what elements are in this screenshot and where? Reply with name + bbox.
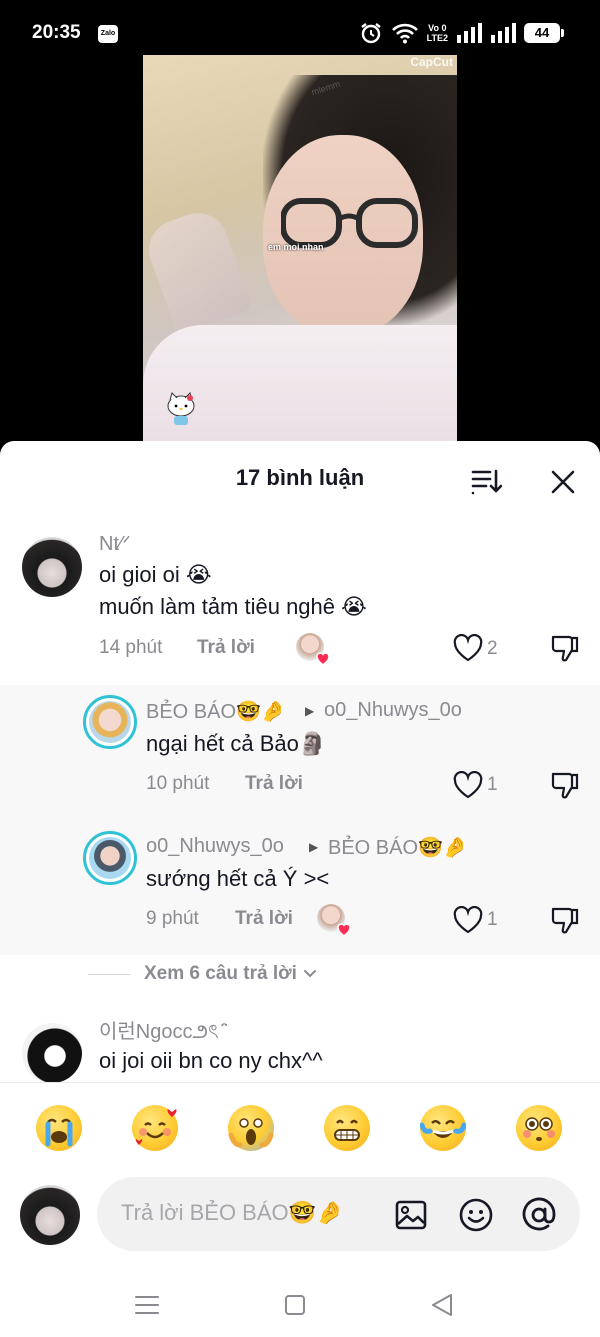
flushed-face-icon[interactable] [516, 1105, 562, 1151]
my-avatar[interactable] [20, 1185, 80, 1245]
reply-avatar[interactable] [83, 695, 137, 749]
close-icon[interactable] [550, 469, 576, 495]
like-count: 1 [487, 909, 498, 930]
video-overlay-text: em moi nhan [268, 242, 324, 252]
comment-text-line: oi joi oii bn co ny chx^^ [99, 1048, 323, 1073]
like-heart-icon[interactable] [453, 906, 483, 934]
face-screaming-in-fear-icon[interactable] [228, 1105, 274, 1151]
reply-button[interactable]: Trả lời [245, 773, 303, 795]
wifi-icon [391, 23, 418, 44]
network-label-bottom: LTE2 [426, 33, 448, 43]
comment-time: 14 phút [99, 637, 163, 658]
reply-avatar[interactable] [83, 831, 137, 885]
reply-button[interactable]: Trả lời [235, 908, 293, 930]
reply-text: ngại hết cả Bảo🗿 [146, 731, 327, 756]
zalo-notification-icon: Zalo [98, 25, 118, 43]
smiling-face-with-hearts-icon[interactable] [132, 1105, 178, 1151]
comment-count-title: 17 bình luận [235, 465, 365, 490]
reply-arrow-icon: ▶ [309, 840, 319, 854]
reply-to-username[interactable]: o0_Nhuwys_0o [324, 699, 462, 722]
reply-arrow-icon: ▶ [305, 704, 315, 718]
comment-text-line: oi gioi oi 😭 [99, 562, 212, 587]
comment-username[interactable]: Nt⁄ᐟ [99, 531, 131, 556]
network-type-label: Vo 0 LTE2 [427, 23, 448, 43]
comment-avatar[interactable] [22, 537, 82, 597]
view-more-label: Xem 6 câu trả lời [144, 963, 297, 984]
like-count: 1 [487, 774, 498, 795]
status-time: 20:35 [32, 22, 81, 43]
reply-to-username[interactable]: BẺO BÁO🤓🤌 [328, 835, 468, 860]
comment-input[interactable] [121, 1195, 371, 1231]
reply-username[interactable]: o0_Nhuwys_0o [146, 835, 284, 858]
comment-text-line: muốn làm tảm tiêu nghê 😭 [99, 594, 367, 619]
back-nav-icon[interactable] [422, 1285, 462, 1325]
input-divider [0, 1082, 600, 1083]
loudly-crying-emoji-icon[interactable] [36, 1105, 82, 1151]
face-with-tears-of-joy-icon[interactable] [420, 1105, 466, 1151]
like-count: 2 [487, 638, 498, 659]
chevron-down-icon [303, 970, 316, 978]
home-nav-icon[interactable] [275, 1285, 315, 1325]
creator-liked-badge [317, 904, 351, 937]
reply-time: 10 phút [146, 773, 210, 794]
reply-username[interactable]: BẺO BÁO🤓🤌 [146, 699, 286, 724]
reply-time: 9 phút [146, 908, 199, 929]
comment-sheet-header: 17 bình luận [0, 441, 600, 519]
status-icons: Vo 0 LTE2 44 [359, 20, 564, 46]
quick-emoji-row [0, 1105, 600, 1153]
like-heart-icon[interactable] [453, 771, 483, 799]
signal-icon-2 [491, 23, 516, 43]
view-more-replies-button[interactable]: Xem 6 câu trả lời [88, 961, 317, 987]
image-icon[interactable] [393, 1197, 429, 1233]
video-shirt [143, 325, 457, 445]
video-player[interactable]: CapCut mlemm em moi nhan [143, 55, 457, 445]
system-nav-bar [0, 1275, 600, 1337]
capcut-watermark: CapCut [410, 55, 453, 69]
hello-kitty-sticker [167, 392, 195, 425]
network-label-top: Vo 0 [428, 23, 447, 33]
like-heart-icon[interactable] [453, 634, 483, 662]
mention-icon[interactable] [521, 1197, 557, 1233]
comment-sheet: 17 bình luận Nt⁄ᐟ oi gioi oi 😭 muốn làm … [0, 441, 600, 1337]
comment-input-box[interactable] [97, 1177, 580, 1251]
heart-icon [337, 923, 351, 937]
view-more-line [88, 973, 130, 975]
creator-liked-badge [296, 633, 330, 666]
heart-icon [316, 652, 330, 666]
video-hand [143, 204, 254, 336]
reply-text: sướng hết cả Ý >< [146, 866, 330, 891]
emoji-icon[interactable] [458, 1197, 494, 1233]
menu-nav-icon[interactable] [127, 1285, 167, 1325]
battery-icon: 44 [524, 23, 564, 43]
alarm-icon [360, 23, 381, 44]
grinning-face-icon[interactable] [324, 1105, 370, 1151]
dislike-icon[interactable] [550, 905, 580, 935]
dislike-icon[interactable] [550, 770, 580, 800]
signal-icon-1 [457, 23, 482, 43]
comment-avatar[interactable] [22, 1023, 82, 1083]
reply-button[interactable]: Trả lời [197, 637, 255, 659]
dislike-icon[interactable] [550, 633, 580, 663]
sort-icon[interactable] [470, 467, 502, 495]
